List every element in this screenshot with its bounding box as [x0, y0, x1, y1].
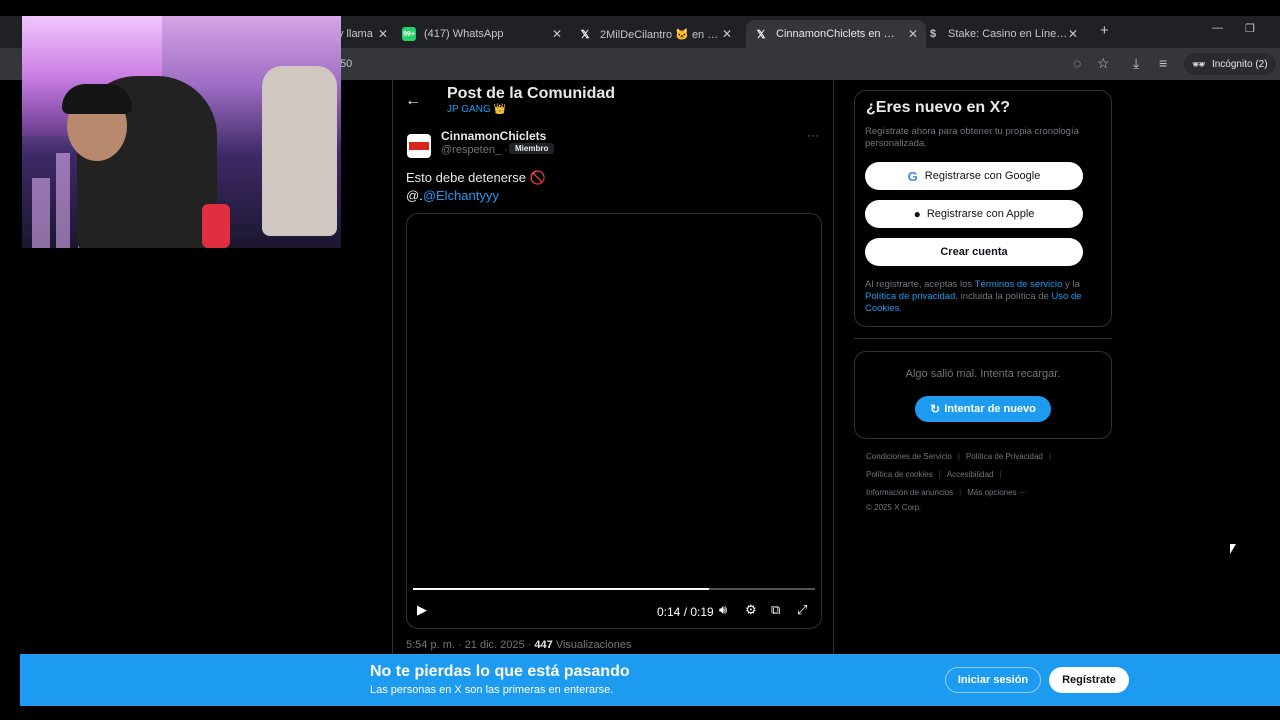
avatar[interactable] [407, 134, 431, 158]
browser-tab[interactable]: $ Stake: Casino en Línea y Apuest ✕ [926, 20, 1086, 48]
mention-prefix: @. [406, 188, 423, 203]
webcam-overlay [22, 16, 341, 248]
new-tab-icon[interactable]: + [1100, 22, 1109, 39]
incognito-label: Incógnito (2) [1211, 58, 1268, 70]
terms-link[interactable]: Términos de servicio [975, 279, 1063, 290]
minimize-icon[interactable]: — [1212, 22, 1223, 34]
legal-text: Al registrarte, aceptas los Términos de … [865, 279, 1101, 315]
page-title: Post de la Comunidad [447, 85, 616, 102]
incognito-icon: 🕶 [1192, 58, 1206, 71]
banner-title: No te pierdas lo que está pasando [370, 663, 630, 680]
copyright: © 2025 X Corp. [866, 503, 922, 512]
author-handle[interactable]: @respeten_ · [441, 144, 508, 156]
divider [854, 338, 1112, 339]
incognito-button[interactable]: 🕶 Incógnito (2) [1184, 53, 1276, 75]
create-account-button[interactable]: Crear cuenta [865, 238, 1083, 266]
close-icon[interactable]: ✕ [908, 27, 918, 41]
signup-title: ¿Eres nuevo en X? [866, 99, 1011, 116]
whatsapp-icon: 99+ [402, 27, 416, 41]
video-progress-fill [413, 588, 710, 590]
tab-title: Stake: Casino en Línea y Apuest [948, 28, 1070, 40]
member-badge: Miembro [509, 143, 555, 154]
browser-tab[interactable]: y llama ✕ [338, 20, 396, 48]
post-timestamp[interactable]: 5:54 p. m. · 21 dic. 2025 · [406, 639, 531, 651]
legal-mid2: , incluida la política de [955, 291, 1049, 302]
restore-icon[interactable]: ❐ [1245, 22, 1255, 35]
google-signup-label: Registrarse con Google [924, 170, 1041, 182]
google-signup-button[interactable]: G Registrarse con Google [865, 162, 1083, 190]
privacy-link[interactable]: Política de privacidad [865, 291, 955, 302]
tab-title: y llama [338, 28, 373, 40]
chair [262, 66, 337, 236]
post-column: ← Post de la Comunidad JP GANG 👑 Cinnamo… [392, 80, 834, 656]
eye-off-icon[interactable]: ◌ [1073, 55, 1081, 71]
close-icon[interactable]: ✕ [1068, 27, 1078, 41]
x-logo-icon: 𝕏 [756, 28, 766, 41]
post-text: Esto debe detenerse 🚫 @.@Elchantyyy [406, 169, 546, 205]
footer-link[interactable]: Condiciones de Servicio [866, 452, 952, 461]
footer-link[interactable]: Accesibilidad [947, 470, 994, 479]
login-button[interactable]: Iniciar sesión [945, 667, 1041, 693]
banner-subtitle: Las personas en X son las primeras en en… [370, 684, 614, 696]
volume-icon[interactable]: 🔊︎ [719, 602, 727, 618]
post-mention-line: @.@Elchantyyy [406, 187, 546, 205]
video-player[interactable]: ▶ 0:14 / 0:19 🔊︎ ⚙ ⧉ ⤢ [406, 213, 822, 629]
mouse-cursor-icon [1230, 544, 1236, 554]
create-account-label: Crear cuenta [940, 246, 1008, 258]
back-arrow-icon[interactable]: ← [405, 92, 421, 110]
play-icon[interactable]: ▶ [417, 602, 427, 618]
community-link[interactable]: JP GANG 👑 [447, 104, 506, 115]
close-icon[interactable]: ✕ [722, 27, 732, 41]
legal-mid: y la [1064, 279, 1080, 290]
tab-title: CinnamonChiclets en X: "Esto d [776, 28, 900, 40]
video-timecode: 0:14 / 0:19 [657, 605, 714, 619]
media-control-icon[interactable]: ≡ [1159, 55, 1167, 71]
mention-link[interactable]: @Elchantyyy [423, 188, 499, 203]
tab-title: (417) WhatsApp [424, 28, 504, 40]
legal-prefix: Al registrarte, aceptas los [865, 279, 973, 290]
more-options-link[interactable]: Más opciones ··· [967, 488, 1027, 497]
download-icon[interactable]: ⤓ [1133, 55, 1139, 72]
signup-subtitle: Regístrate ahora para obtener tu propia … [865, 126, 1079, 149]
footer-link[interactable]: Política de Privacidad [966, 452, 1043, 461]
refresh-icon: ↻ [930, 402, 941, 416]
tab-title: 2MilDeCilantro 🐱 en X: "Outs [600, 28, 722, 41]
star-icon[interactable]: ☆ [1097, 55, 1110, 72]
video-progress-bar[interactable] [413, 588, 815, 590]
post-text-line: Esto debe detenerse 🚫 [406, 170, 546, 185]
close-icon[interactable]: ✕ [378, 27, 388, 41]
register-button[interactable]: Regístrate [1049, 667, 1129, 693]
error-card: Algo salió mal. Intenta recargar. ↻ Inte… [854, 351, 1112, 439]
retry-label: Intentar de nuevo [944, 403, 1036, 415]
error-message: Algo salió mal. Intenta recargar. [905, 368, 1061, 380]
footer-link[interactable]: Política de cookies [866, 470, 933, 479]
login-label: Iniciar sesión [957, 674, 1029, 686]
close-icon[interactable]: ✕ [552, 27, 562, 41]
footer-link[interactable]: Información de anuncios [866, 488, 953, 497]
legal-end: . [899, 303, 902, 314]
stake-icon: $ [929, 28, 937, 40]
browser-tab-active[interactable]: 𝕏 CinnamonChiclets en X: "Esto d ✕ [746, 20, 926, 48]
browser-tab[interactable]: 99+ (417) WhatsApp ✕ [402, 20, 570, 48]
author-name[interactable]: CinnamonChiclets [441, 129, 546, 143]
apple-signup-label: Registrarse con Apple [926, 208, 1035, 220]
microphone [202, 204, 230, 248]
x-logo-icon: 𝕏 [580, 28, 590, 41]
more-options-icon[interactable]: ··· [807, 128, 819, 142]
fullscreen-icon[interactable]: ⤢ [797, 602, 807, 618]
settings-gear-icon[interactable]: ⚙ [745, 602, 757, 618]
browser-tab[interactable]: 𝕏 2MilDeCilantro 🐱 en X: "Outs ✕ [578, 20, 740, 48]
retry-button[interactable]: ↻ Intentar de nuevo [915, 396, 1051, 422]
google-icon: G [907, 168, 918, 184]
register-label: Regístrate [1062, 674, 1116, 686]
post-metadata: 5:54 p. m. · 21 dic. 2025 · 447 Visualiz… [406, 639, 631, 651]
apple-signup-button[interactable]: ● Registrarse con Apple [865, 200, 1083, 228]
views-count: 447 [534, 639, 553, 651]
url-text[interactable]: 50 [340, 58, 352, 70]
views-label: Visualizaciones [555, 639, 632, 651]
picture-in-picture-icon[interactable]: ⧉ [771, 602, 780, 618]
signup-banner: No te pierdas lo que está pasando Las pe… [20, 654, 1280, 706]
signup-card: ¿Eres nuevo en X? Regístrate ahora para … [854, 90, 1112, 327]
apple-icon: ● [913, 207, 921, 221]
